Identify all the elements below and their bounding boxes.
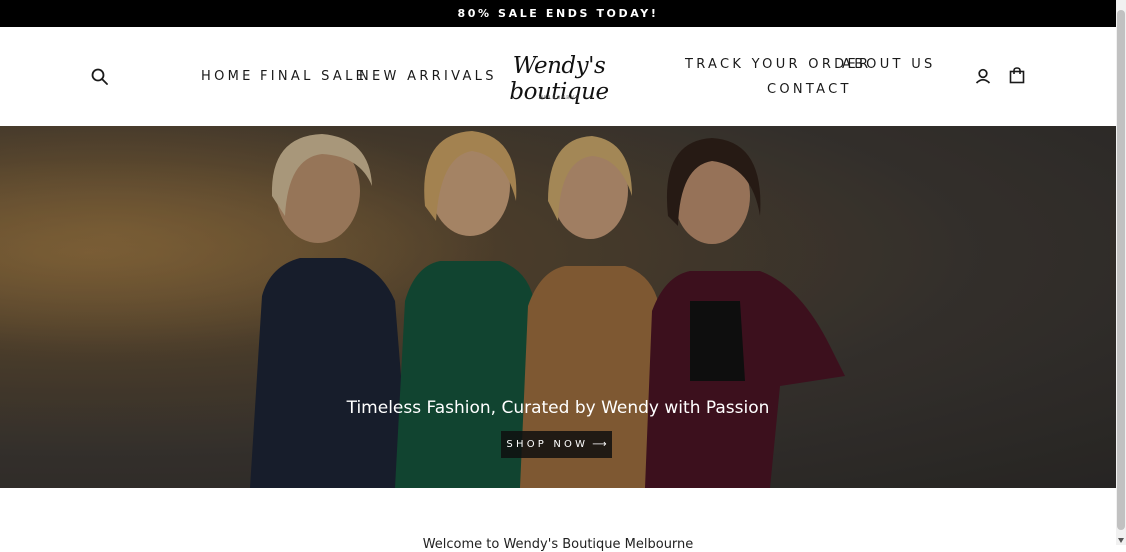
logo-subtext: MELBOURNE	[538, 96, 580, 101]
site-header: HOME FINAL SALE NEW ARRIVALS Wendy's bou…	[0, 27, 1116, 125]
user-icon[interactable]	[975, 68, 991, 89]
hero-tagline: Timeless Fashion, Curated by Wendy with …	[346, 398, 770, 418]
search-icon[interactable]	[91, 68, 108, 90]
scroll-down-arrow-icon[interactable]	[1118, 538, 1124, 543]
shop-now-button[interactable]: SHOP NOW ⟶	[501, 431, 612, 458]
arrow-right-icon: ⟶	[592, 439, 607, 450]
announcement-bar: 80% SALE ENDS TODAY!	[0, 0, 1116, 28]
nav-link-final-sale[interactable]: FINAL SALE	[260, 69, 367, 84]
shopping-bag-icon[interactable]	[1009, 67, 1025, 89]
nav-link-about-us[interactable]: ABOUT US	[842, 57, 936, 72]
nav-link-home[interactable]: HOME	[201, 69, 254, 84]
announcement-text: 80% SALE ENDS TODAY!	[457, 7, 659, 20]
boutique-logo[interactable]: Wendy's boutique MELBOURNE	[492, 45, 626, 107]
nav-link-contact[interactable]: CONTACT	[767, 82, 852, 97]
shop-now-label: SHOP NOW	[506, 439, 589, 450]
scrollbar-thumb[interactable]	[1117, 10, 1125, 530]
nav-link-new-arrivals[interactable]: NEW ARRIVALS	[359, 69, 497, 84]
page-scrollbar[interactable]	[1116, 0, 1126, 545]
hero-banner: Timeless Fashion, Curated by Wendy with …	[0, 126, 1116, 488]
